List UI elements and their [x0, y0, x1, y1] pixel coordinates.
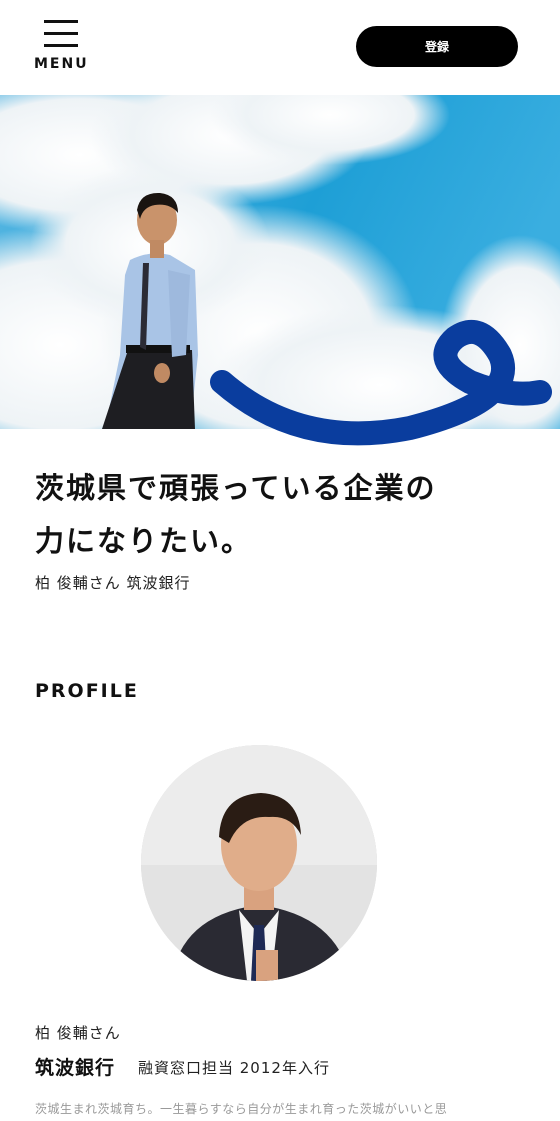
- register-button[interactable]: 登録: [356, 26, 518, 67]
- profile-company: 筑波銀行: [35, 1057, 116, 1079]
- profile-section-title: PROFILE: [35, 680, 139, 702]
- profile-avatar: [141, 745, 377, 981]
- headline-line-2: 力になりたい。: [35, 524, 253, 558]
- headline-line-1: 茨城県で頑張っている企業の: [35, 471, 437, 505]
- menu-button[interactable]: MENU: [34, 18, 89, 76]
- profile-description: 茨城生まれ茨城育ち。一生暮らすなら自分が生まれ育った茨城がいいと思: [35, 1102, 448, 1116]
- article-byline: 柏 俊輔さん 筑波銀行: [35, 574, 191, 592]
- hero-image: [0, 95, 560, 429]
- menu-label: MENU: [34, 56, 89, 72]
- profile-role: 融資窓口担当 2012年入行: [138, 1059, 330, 1077]
- article-headline: 茨城県で頑張っている企業の 力になりたい。: [35, 462, 535, 568]
- site-header: MENU 登録: [0, 0, 560, 95]
- hamburger-icon: [44, 20, 78, 48]
- profile-name: 柏 俊輔さん: [35, 1024, 121, 1042]
